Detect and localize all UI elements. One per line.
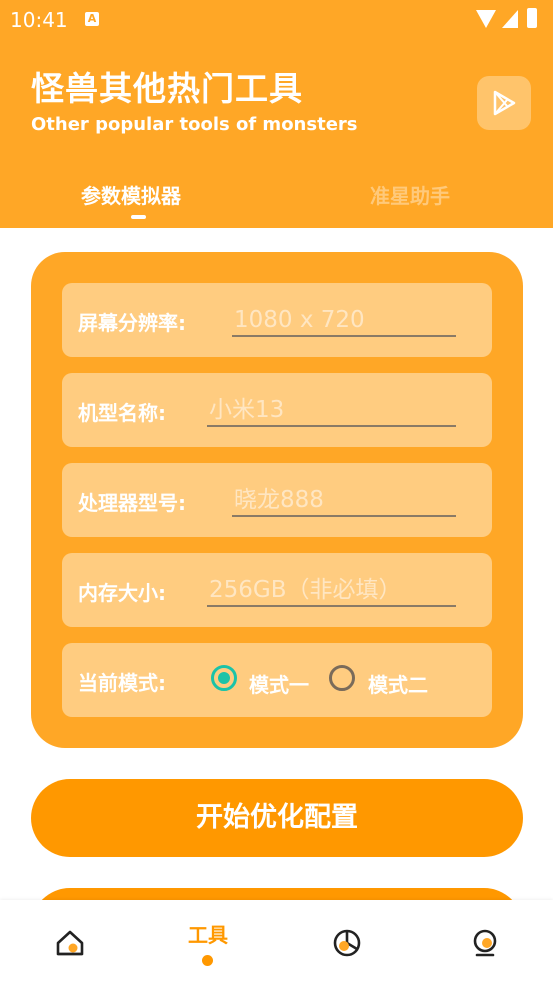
bottom-nav: 工具 (0, 900, 553, 984)
tab-indicator (131, 215, 146, 219)
mode-one-radio[interactable] (211, 665, 237, 691)
battery-icon (527, 8, 537, 28)
mode-row: 当前模式: 模式一 模式二 (62, 643, 492, 717)
resolution-input[interactable]: 1080 x 720 (232, 303, 456, 337)
model-input[interactable]: 小米13 (207, 393, 456, 427)
processor-row: 处理器型号: 晓龙888 (62, 463, 492, 537)
start-optimize-button[interactable]: 开始优化配置 (31, 779, 523, 857)
mode-one-label[interactable]: 模式一 (249, 669, 309, 698)
resolution-label: 屏幕分辨率: (78, 311, 186, 335)
model-label: 机型名称: (78, 401, 166, 425)
tab-crosshair-assistant[interactable]: 准星助手 (370, 180, 450, 209)
status-bar: 10:41 A (0, 0, 553, 40)
mode-two-label[interactable]: 模式二 (368, 669, 428, 698)
memory-input[interactable]: 256GB（非必填） (207, 573, 456, 607)
memory-row: 内存大小: 256GB（非必填） (62, 553, 492, 627)
nav-active-dot (202, 955, 213, 966)
status-time: 10:41 (10, 8, 68, 32)
nav-home[interactable] (19, 900, 119, 984)
settings-card: 屏幕分辨率: 1080 x 720 机型名称: 小米13 处理器型号: 晓龙88… (31, 252, 523, 748)
wifi-icon (476, 10, 496, 28)
nav-profile[interactable] (434, 900, 534, 984)
home-icon (56, 930, 84, 956)
nav-tools[interactable]: 工具 (158, 900, 258, 984)
model-row: 机型名称: 小米13 (62, 373, 492, 447)
nav-stats[interactable] (296, 900, 396, 984)
memory-label: 内存大小: (78, 581, 166, 605)
play-store-button[interactable] (477, 76, 531, 130)
processor-label: 处理器型号: (78, 491, 186, 515)
radio-selected-dot (218, 672, 230, 684)
page-subtitle: Other popular tools of monsters (31, 114, 358, 135)
webcam-icon (473, 929, 497, 957)
mode-label: 当前模式: (78, 671, 166, 695)
notification-icon: A (85, 12, 99, 26)
nav-tools-label: 工具 (188, 923, 228, 947)
tab-param-simulator[interactable]: 参数模拟器 (81, 180, 181, 209)
resolution-row: 屏幕分辨率: 1080 x 720 (62, 283, 492, 357)
page-title: 怪兽其他热门工具 (31, 69, 303, 108)
app-header: 10:41 A 怪兽其他热门工具 Other popular tools of … (0, 0, 553, 228)
signal-icon (502, 10, 518, 28)
processor-input[interactable]: 晓龙888 (232, 483, 456, 517)
play-store-icon (493, 90, 516, 116)
pie-chart-icon (333, 929, 361, 957)
mode-two-radio[interactable] (329, 665, 355, 691)
